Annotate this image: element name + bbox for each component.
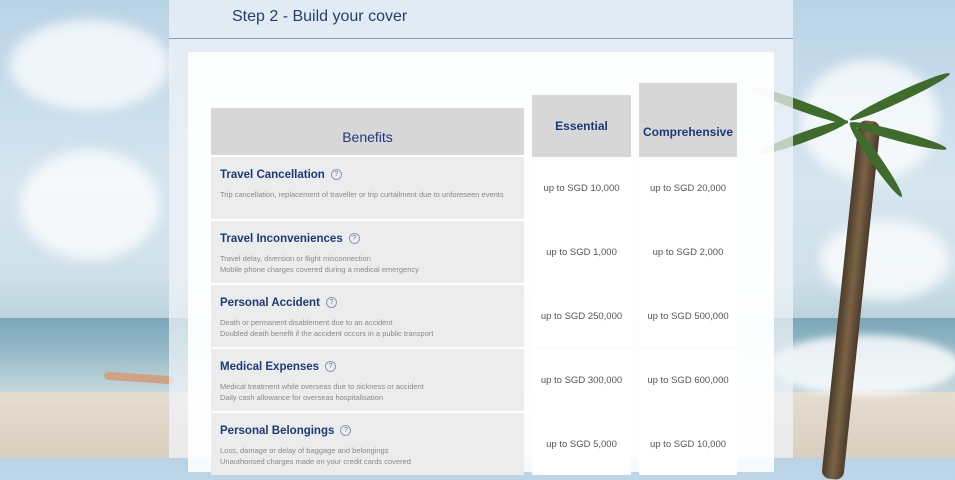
benefit-row-personal-accident: Personal Accident? Death or permanent di… (211, 285, 524, 347)
essential-value: up to SGD 1,000 (532, 221, 631, 283)
benefit-title: Personal Belongings (220, 425, 335, 437)
benefit-title: Travel Cancellation (220, 169, 325, 181)
comprehensive-value: up to SGD 10,000 (639, 413, 737, 475)
benefit-description-line: Trip cancellation, replacement of travel… (220, 190, 504, 199)
background-cloud (20, 150, 160, 260)
help-icon[interactable]: ? (330, 169, 342, 180)
help-icon[interactable]: ? (325, 297, 337, 308)
help-icon[interactable]: ? (340, 425, 352, 436)
benefit-description: Travel delay, diversion or flight miscon… (220, 253, 524, 275)
help-icon[interactable]: ? (325, 361, 337, 372)
benefit-description-line: Doubled death benefit if the accident oc… (220, 329, 434, 338)
benefit-description-line: Loss, damage or delay of baggage and bel… (220, 446, 389, 455)
comprehensive-value: up to SGD 500,000 (639, 285, 737, 347)
benefit-description-line: Travel delay, diversion or flight miscon… (220, 254, 371, 263)
benefit-title: Medical Expenses (220, 361, 320, 373)
essential-value: up to SGD 10,000 (532, 157, 631, 219)
essential-value: up to SGD 300,000 (532, 349, 631, 411)
background-cloud (10, 20, 170, 110)
essential-value: up to SGD 5,000 (532, 413, 631, 475)
benefit-row-personal-belongings: Personal Belongings? Loss, damage or del… (211, 413, 524, 475)
plan-header-essential[interactable]: Essential (532, 95, 631, 157)
benefit-description: Medical treatment while overseas due to … (220, 381, 524, 403)
benefits-header: Benefits (211, 108, 524, 155)
background-wave (770, 335, 955, 395)
plan-header-comprehensive[interactable]: Comprehensive (639, 83, 737, 157)
benefit-description-line: Medical treatment while overseas due to … (220, 382, 424, 391)
benefit-description-line: Mobile phone charges covered during a me… (220, 265, 419, 274)
benefit-description: Death or permanent disablement due to an… (220, 317, 524, 339)
step-divider (169, 38, 793, 39)
step-title: Step 2 - Build your cover (232, 8, 408, 25)
benefit-title: Personal Accident (220, 297, 320, 309)
benefit-description-line: Death or permanent disablement due to an… (220, 318, 393, 327)
comprehensive-value: up to SGD 600,000 (639, 349, 737, 411)
help-icon[interactable]: ? (348, 233, 360, 244)
comprehensive-value: up to SGD 2,000 (639, 221, 737, 283)
benefit-row-medical-expenses: Medical Expenses? Medical treatment whil… (211, 349, 524, 411)
essential-value: up to SGD 250,000 (532, 285, 631, 347)
benefit-description: Trip cancellation, replacement of travel… (220, 189, 524, 200)
benefit-description-line: Daily cash allowance for overseas hospit… (220, 393, 384, 402)
benefit-description: Loss, damage or delay of baggage and bel… (220, 445, 524, 467)
benefit-title: Travel Inconveniences (220, 233, 343, 245)
benefit-row-travel-cancellation: Travel Cancellation? Trip cancellation, … (211, 157, 524, 219)
comprehensive-value: up to SGD 20,000 (639, 157, 737, 219)
benefit-row-travel-inconveniences: Travel Inconveniences? Travel delay, div… (211, 221, 524, 283)
background-cloud (820, 220, 950, 300)
